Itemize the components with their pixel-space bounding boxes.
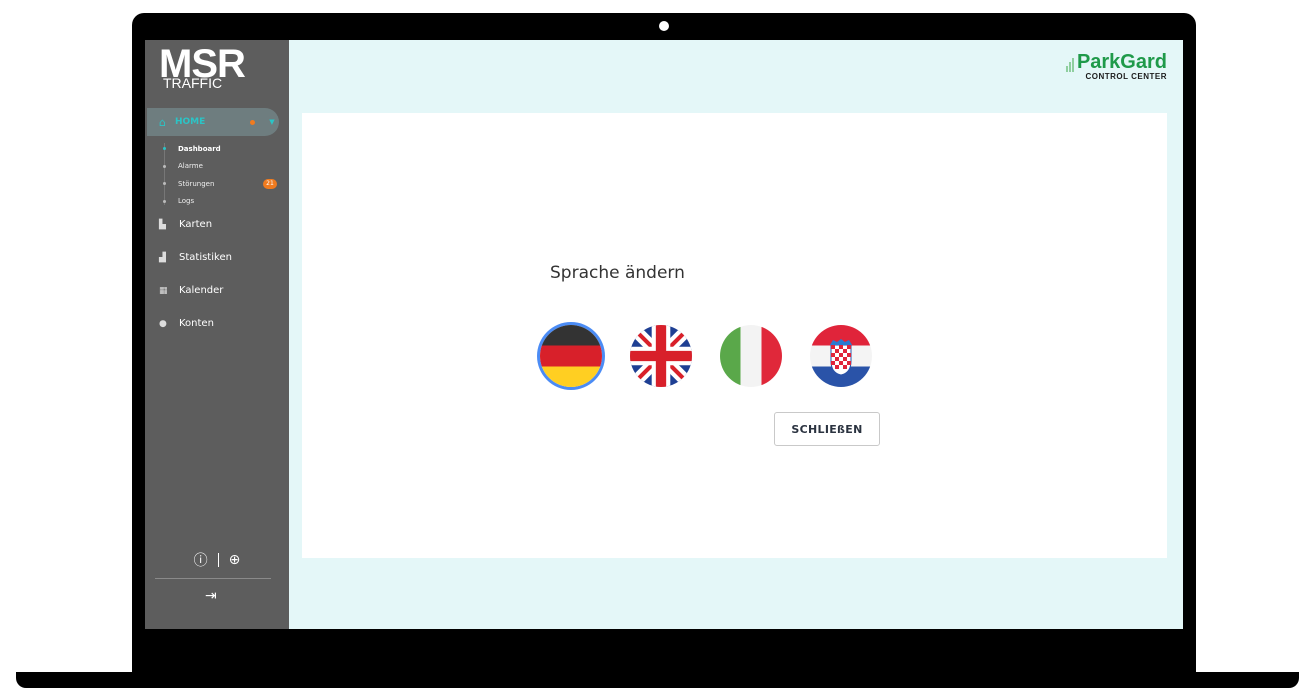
- bars-icon: [1065, 58, 1074, 72]
- subnav-item-stoerungen[interactable]: Störungen 21: [161, 175, 281, 193]
- info-icon[interactable]: ⓘ: [194, 550, 208, 570]
- chart-icon: ▟: [159, 252, 166, 263]
- notification-dot: [250, 119, 256, 125]
- sidebar-footer: ⓘ ⊕ ⇥: [145, 548, 289, 604]
- bullet-icon: [163, 199, 166, 203]
- subnav-label: Störungen: [178, 179, 215, 188]
- sidebar-item-home[interactable]: ⌂ HOME ▼: [147, 108, 279, 136]
- sidebar-item-konten[interactable]: ● Konten: [159, 318, 214, 329]
- sidebar-item-label: HOME: [175, 117, 206, 127]
- camera-dot: [659, 21, 669, 31]
- language-options: [540, 325, 872, 387]
- home-icon: ⌂: [159, 115, 166, 129]
- sidebar-item-karten[interactable]: ▙ Karten: [159, 219, 212, 230]
- sidebar-item-label: Kalender: [179, 285, 224, 296]
- parkgard-logo: ParkGard CONTROL CENTER: [1065, 51, 1167, 82]
- map-icon: ▙: [159, 219, 166, 230]
- bullet-icon: [163, 182, 166, 186]
- logo-sub-text: TRAFFIC: [163, 75, 223, 91]
- italy-flag[interactable]: [720, 325, 782, 387]
- sidebar-item-statistiken[interactable]: ▟ Statistiken: [159, 252, 232, 263]
- uk-flag[interactable]: [630, 325, 692, 387]
- home-subnav: Dashboard Alarme Störungen 21 Logs: [161, 140, 281, 210]
- croatia-flag[interactable]: [810, 325, 872, 387]
- brand-subtitle: CONTROL CENTER: [1085, 72, 1167, 81]
- app-screen: MSR TRAFFIC ⌂ HOME ▼ Dashboard Alarme St…: [145, 40, 1183, 629]
- sidebar-item-label: Konten: [179, 318, 214, 329]
- close-button[interactable]: SCHLIEßEN: [774, 412, 880, 446]
- users-icon: ●: [159, 318, 167, 329]
- language-dialog: Sprache ändern SCHLIEßEN: [302, 113, 1167, 558]
- sidebar-item-kalender[interactable]: ▦ Kalender: [159, 285, 223, 296]
- subnav-item-dashboard[interactable]: Dashboard: [161, 140, 281, 158]
- bullet-icon: [163, 147, 166, 151]
- bullet-icon: [163, 164, 166, 168]
- subnav-label: Alarme: [178, 162, 203, 171]
- logout-icon[interactable]: ⇥: [205, 588, 217, 604]
- calendar-icon: ▦: [159, 285, 168, 296]
- chevron-down-icon: ▼: [269, 118, 275, 126]
- laptop-base: [16, 672, 1299, 688]
- subnav-item-alarme[interactable]: Alarme: [161, 158, 281, 176]
- germany-flag[interactable]: [540, 325, 602, 387]
- divider: [217, 553, 219, 567]
- globe-icon[interactable]: ⊕: [229, 552, 241, 568]
- dialog-title: Sprache ändern: [550, 263, 685, 283]
- divider: [155, 578, 271, 579]
- subnav-item-logs[interactable]: Logs: [161, 193, 281, 211]
- count-badge: 21: [263, 178, 277, 189]
- msr-logo[interactable]: MSR TRAFFIC: [159, 42, 246, 90]
- sidebar-item-label: Statistiken: [179, 252, 232, 263]
- subnav-label: Logs: [178, 197, 195, 206]
- brand-name: ParkGard: [1076, 51, 1167, 73]
- sidebar: MSR TRAFFIC ⌂ HOME ▼ Dashboard Alarme St…: [145, 40, 289, 629]
- subnav-label: Dashboard: [178, 144, 221, 153]
- sidebar-item-label: Karten: [179, 219, 213, 230]
